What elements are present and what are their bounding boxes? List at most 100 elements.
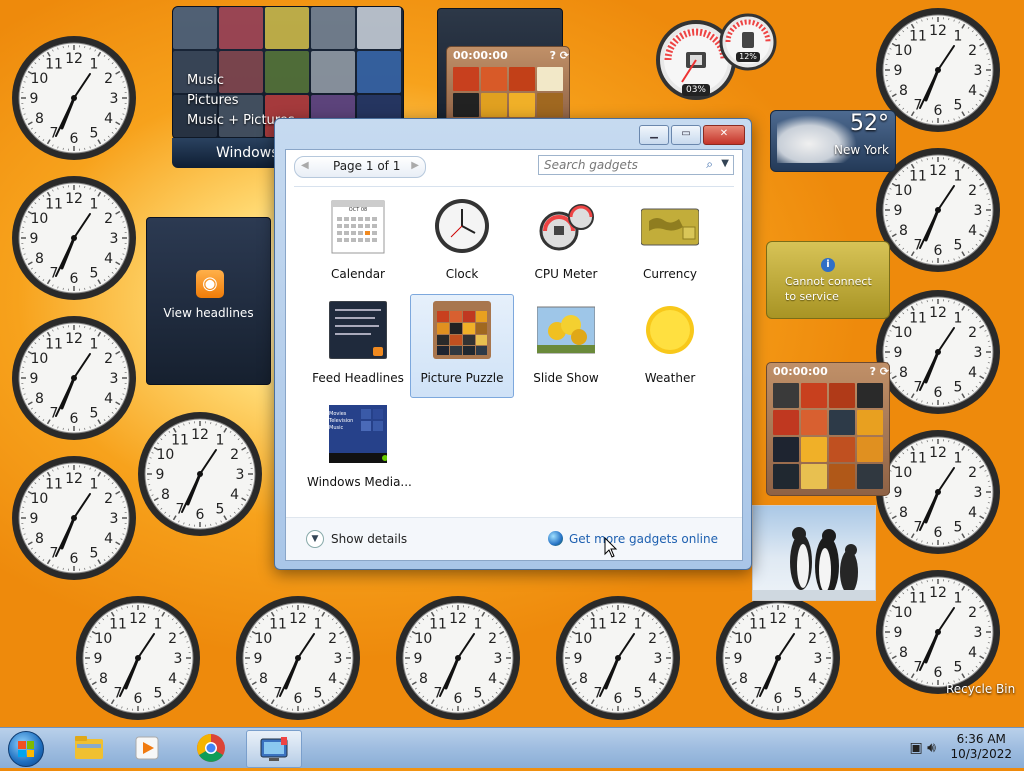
svg-text:1: 1 bbox=[90, 476, 99, 492]
search-gadgets-input[interactable]: Search gadgets ⌕ ▼ bbox=[538, 155, 734, 175]
taskbar-gadgets[interactable] bbox=[246, 730, 302, 768]
gadget-currency[interactable]: Currency bbox=[618, 190, 722, 294]
gadget-weather[interactable]: Weather bbox=[618, 294, 722, 398]
svg-text:4: 4 bbox=[104, 251, 113, 267]
puzzle-grid[interactable] bbox=[773, 383, 883, 489]
svg-text:11: 11 bbox=[429, 616, 447, 632]
clock-gadget[interactable]: 121234567891011 bbox=[74, 594, 202, 722]
volume-icon[interactable]: 🔊︎ bbox=[927, 740, 936, 756]
media-center-thumb-line: Music bbox=[329, 425, 353, 432]
maximize-button[interactable]: ▭ bbox=[671, 125, 701, 145]
show-details-button[interactable]: ▼ Show details bbox=[306, 530, 407, 548]
previous-page-icon[interactable]: ◀ bbox=[301, 160, 309, 171]
slide-show-gadget[interactable] bbox=[752, 505, 876, 601]
currency-gadget[interactable]: i Cannot connect to service bbox=[766, 241, 890, 319]
puzzle-timer: 00:00:00 bbox=[773, 363, 828, 381]
gadget-windows-media-center[interactable]: Movies Television Music Windows Media... bbox=[306, 398, 410, 502]
media-menu-item[interactable]: Pictures bbox=[187, 91, 295, 111]
recycle-bin-label[interactable]: Recycle Bin bbox=[946, 682, 1015, 696]
svg-text:12: 12 bbox=[65, 191, 83, 207]
picture-puzzle-gadget[interactable]: 00:00:00 ? ⟳ bbox=[446, 46, 570, 124]
gadget-feed-headlines[interactable]: Feed Headlines bbox=[306, 294, 410, 398]
currency-message-line: to service bbox=[785, 289, 872, 304]
svg-text:4: 4 bbox=[104, 531, 113, 547]
svg-text:1: 1 bbox=[90, 336, 99, 352]
clock-gadget[interactable]: 121234567891011 bbox=[10, 174, 138, 302]
gadget-cpu-meter[interactable]: CPU Meter bbox=[514, 190, 618, 294]
svg-text:5: 5 bbox=[154, 686, 163, 702]
svg-text:9: 9 bbox=[734, 651, 743, 667]
clock-gadget[interactable]: 121234567891011 bbox=[394, 594, 522, 722]
svg-text:11: 11 bbox=[909, 168, 927, 184]
cpu-meter-gadget[interactable]: 03% 12% bbox=[654, 10, 778, 102]
page-indicator: Page 1 of 1 bbox=[333, 159, 400, 173]
network-icon[interactable]: ▣ bbox=[909, 740, 922, 756]
svg-text:3: 3 bbox=[334, 651, 343, 667]
taskbar-media-player[interactable] bbox=[120, 730, 174, 766]
svg-text:6: 6 bbox=[934, 665, 943, 681]
gadget-calendar[interactable]: OCT 08 Calendar bbox=[306, 190, 410, 294]
svg-text:6: 6 bbox=[934, 525, 943, 541]
puzzle-grid[interactable] bbox=[453, 67, 563, 117]
svg-text:12: 12 bbox=[191, 427, 209, 443]
gadget-clock[interactable]: Clock bbox=[410, 190, 514, 294]
chevron-down-icon[interactable]: ▼ bbox=[721, 158, 729, 169]
svg-text:1: 1 bbox=[954, 590, 963, 606]
clock-gadget[interactable]: 121234567891011 bbox=[874, 568, 1002, 696]
gadget-picture-puzzle[interactable]: Picture Puzzle bbox=[410, 294, 514, 398]
svg-text:6: 6 bbox=[294, 691, 303, 707]
svg-text:10: 10 bbox=[30, 71, 48, 87]
weather-city: New York bbox=[834, 143, 889, 157]
picture-puzzle-gadget[interactable]: 00:00:00 ? ⟳ bbox=[766, 362, 890, 496]
svg-text:3: 3 bbox=[974, 203, 983, 219]
taskbar-chrome[interactable] bbox=[184, 730, 238, 766]
next-page-icon[interactable]: ▶ bbox=[411, 160, 419, 171]
search-icon[interactable]: ⌕ bbox=[706, 157, 713, 172]
gadget-name: Picture Puzzle bbox=[411, 371, 513, 385]
get-more-gadgets-link[interactable]: Get more gadgets online bbox=[548, 531, 718, 546]
clock-gadget[interactable]: 121234567891011 bbox=[554, 594, 682, 722]
svg-text:12: 12 bbox=[289, 611, 307, 627]
penguins-image bbox=[753, 506, 875, 600]
svg-text:4: 4 bbox=[968, 505, 977, 521]
clock-gadget[interactable]: 121234567891011 bbox=[234, 594, 362, 722]
puzzle-help-icon[interactable]: ? ⟳ bbox=[870, 363, 889, 381]
weather-gadget[interactable]: 52° New York bbox=[770, 110, 896, 172]
start-button[interactable] bbox=[8, 731, 44, 767]
clock-gadget[interactable]: 121234567891011 bbox=[136, 410, 264, 538]
feed-headlines-gadget[interactable]: ◉ View headlines bbox=[146, 217, 271, 385]
svg-text:5: 5 bbox=[314, 686, 323, 702]
svg-text:2: 2 bbox=[104, 491, 113, 507]
svg-text:2: 2 bbox=[968, 465, 977, 481]
svg-text:10: 10 bbox=[414, 631, 432, 647]
view-headlines-label[interactable]: View headlines bbox=[147, 306, 270, 320]
media-menu-item[interactable]: Music bbox=[187, 71, 295, 91]
desktop: 121234567891011 121234567891011 12123456… bbox=[0, 0, 1024, 728]
svg-text:8: 8 bbox=[35, 251, 44, 267]
clock-gadget[interactable]: 121234567891011 bbox=[874, 428, 1002, 556]
gadget-slide-show[interactable]: Slide Show bbox=[514, 294, 618, 398]
svg-text:4: 4 bbox=[328, 671, 337, 687]
taskbar-explorer[interactable] bbox=[62, 730, 116, 766]
system-clock[interactable]: 6:36 AM 10/3/2022 bbox=[950, 732, 1012, 762]
close-button[interactable]: ✕ bbox=[703, 125, 745, 145]
puzzle-help-icon[interactable]: ? ⟳ bbox=[550, 47, 569, 65]
svg-text:3: 3 bbox=[974, 345, 983, 361]
clock-gadget[interactable]: 121234567891011 bbox=[10, 34, 138, 162]
clock-icon bbox=[433, 197, 491, 255]
svg-text:10: 10 bbox=[894, 325, 912, 341]
minimize-button[interactable]: ▁ bbox=[639, 125, 669, 145]
svg-text:6: 6 bbox=[934, 103, 943, 119]
svg-text:2: 2 bbox=[968, 605, 977, 621]
svg-text:1: 1 bbox=[474, 616, 483, 632]
svg-text:6: 6 bbox=[70, 411, 79, 427]
currency-icon bbox=[641, 197, 699, 255]
svg-text:3: 3 bbox=[110, 371, 119, 387]
clock-gadget[interactable]: 121234567891011 bbox=[874, 288, 1002, 416]
svg-text:8: 8 bbox=[259, 671, 268, 687]
svg-text:5: 5 bbox=[954, 520, 963, 536]
clock-gadget[interactable]: 121234567891011 bbox=[10, 454, 138, 582]
clock-gadget[interactable]: 121234567891011 bbox=[10, 314, 138, 442]
clock-gadget[interactable]: 121234567891011 bbox=[714, 594, 842, 722]
svg-text:10: 10 bbox=[734, 631, 752, 647]
